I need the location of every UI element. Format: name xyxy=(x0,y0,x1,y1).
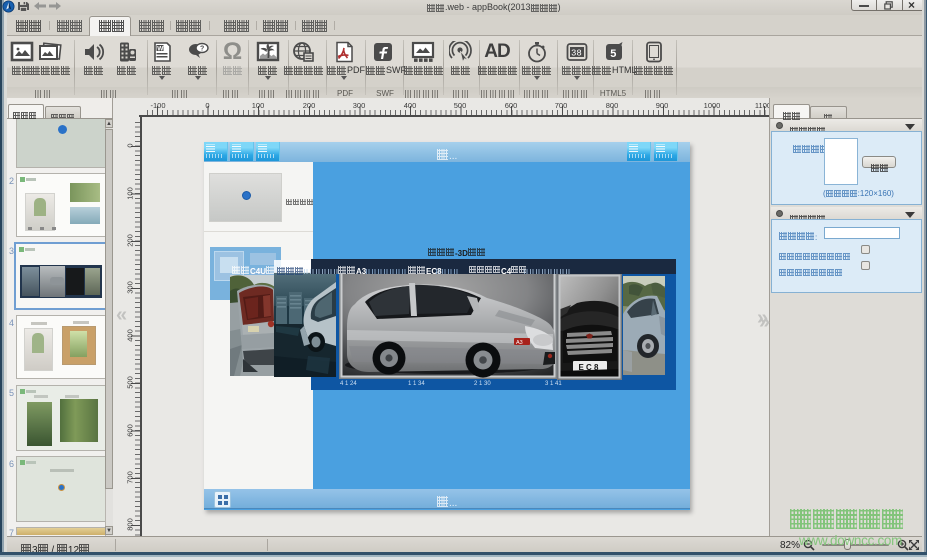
svg-text:A3: A3 xyxy=(516,340,523,346)
svg-text:W: W xyxy=(157,45,164,52)
svg-text:?: ? xyxy=(200,46,204,53)
svg-text:38: 38 xyxy=(571,49,582,59)
svg-text:5: 5 xyxy=(610,48,616,60)
